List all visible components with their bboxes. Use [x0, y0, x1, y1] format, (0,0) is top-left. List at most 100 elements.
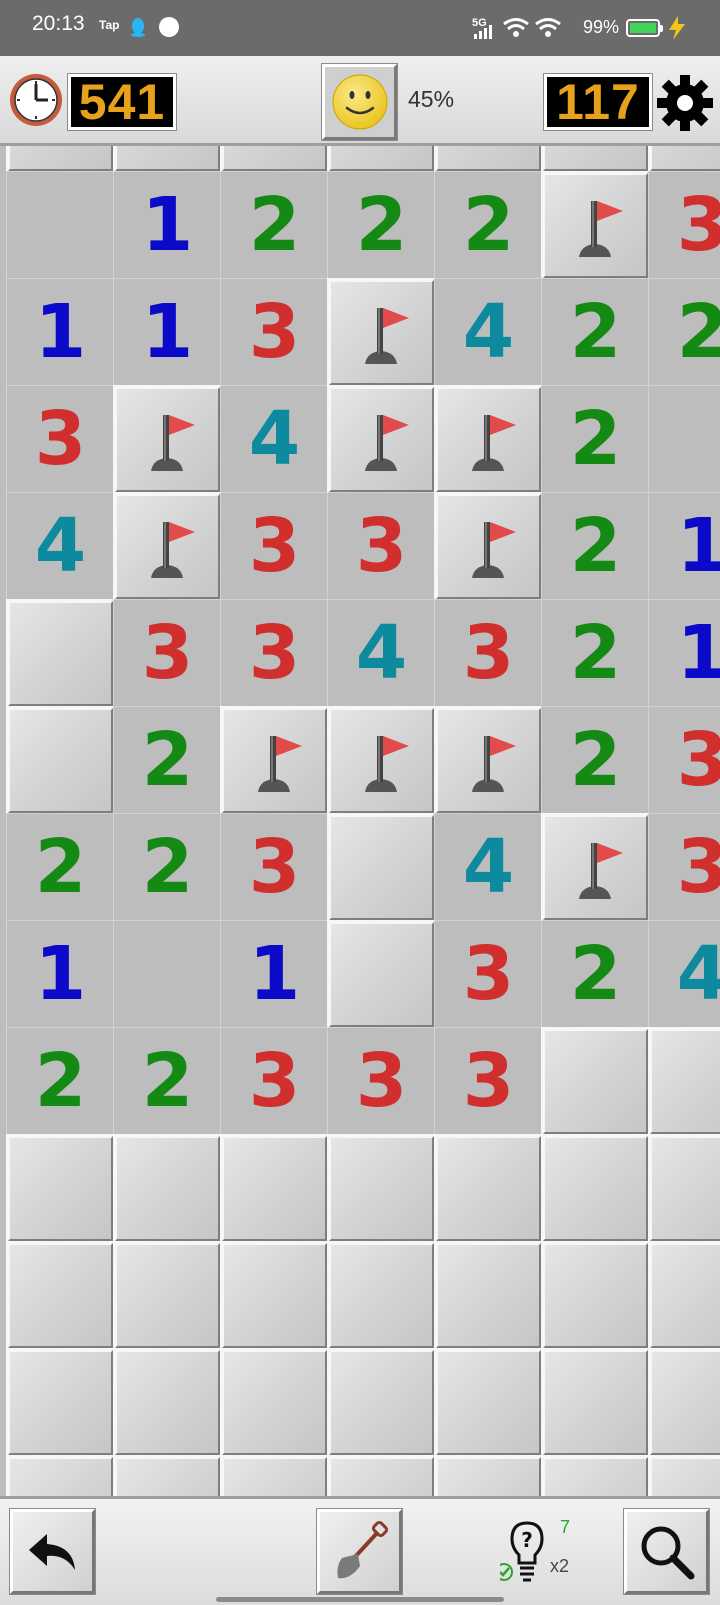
- undo-button[interactable]: [9, 1508, 96, 1595]
- flagged-cell[interactable]: [220, 706, 329, 815]
- covered-cell[interactable]: [434, 1455, 543, 1496]
- covered-cell[interactable]: [327, 920, 436, 1029]
- flagged-cell[interactable]: [327, 278, 436, 387]
- number-cell[interactable]: 3: [113, 599, 222, 708]
- gear-icon[interactable]: [656, 74, 714, 132]
- number-cell[interactable]: 3: [220, 1027, 329, 1136]
- covered-cell[interactable]: [6, 146, 115, 173]
- number-cell[interactable]: 2: [541, 599, 650, 708]
- covered-cell[interactable]: [434, 1134, 543, 1243]
- covered-cell[interactable]: [327, 1241, 436, 1350]
- covered-cell[interactable]: [648, 1134, 720, 1243]
- number-cell[interactable]: 4: [434, 813, 543, 922]
- number-cell[interactable]: 4: [327, 599, 436, 708]
- covered-cell[interactable]: [648, 1348, 720, 1457]
- number-cell[interactable]: 1: [220, 920, 329, 1029]
- number-cell[interactable]: 1: [113, 278, 222, 387]
- covered-cell[interactable]: [541, 1241, 650, 1350]
- number-cell[interactable]: 2: [541, 492, 650, 601]
- covered-cell[interactable]: [434, 146, 543, 173]
- covered-cell[interactable]: [327, 146, 436, 173]
- number-cell[interactable]: 1: [113, 171, 222, 280]
- covered-cell[interactable]: [6, 1455, 115, 1496]
- number-cell[interactable]: 1: [648, 492, 720, 601]
- number-cell[interactable]: 3: [648, 706, 720, 815]
- covered-cell[interactable]: [327, 813, 436, 922]
- number-cell[interactable]: 3: [220, 492, 329, 601]
- dig-mode-button[interactable]: [316, 1508, 403, 1595]
- new-game-face-button[interactable]: [321, 63, 398, 141]
- flagged-cell[interactable]: [113, 385, 222, 494]
- covered-cell[interactable]: [220, 1241, 329, 1350]
- covered-cell[interactable]: [541, 1455, 650, 1496]
- number-cell[interactable]: 1: [6, 920, 115, 1029]
- flagged-cell[interactable]: [327, 385, 436, 494]
- number-cell[interactable]: 2: [113, 813, 222, 922]
- number-cell[interactable]: 2: [541, 278, 650, 387]
- covered-cell[interactable]: [541, 1027, 650, 1136]
- number-cell[interactable]: 4: [648, 920, 720, 1029]
- flagged-cell[interactable]: [113, 492, 222, 601]
- number-cell[interactable]: 2: [113, 1027, 222, 1136]
- covered-cell[interactable]: [648, 1455, 720, 1496]
- number-cell[interactable]: 4: [434, 278, 543, 387]
- covered-cell[interactable]: [434, 1348, 543, 1457]
- covered-cell[interactable]: [220, 1348, 329, 1457]
- number-cell[interactable]: 4: [6, 492, 115, 601]
- number-cell[interactable]: 2: [541, 920, 650, 1029]
- covered-cell[interactable]: [6, 1134, 115, 1243]
- zoom-button[interactable]: [623, 1508, 710, 1595]
- number-cell[interactable]: 3: [648, 171, 720, 280]
- covered-cell[interactable]: [113, 1455, 222, 1496]
- covered-cell[interactable]: [220, 1455, 329, 1496]
- number-cell[interactable]: 2: [327, 171, 436, 280]
- covered-cell[interactable]: [113, 1241, 222, 1350]
- covered-cell[interactable]: [6, 1348, 115, 1457]
- covered-cell[interactable]: [327, 1134, 436, 1243]
- number-cell[interactable]: 3: [6, 385, 115, 494]
- number-cell[interactable]: 3: [434, 920, 543, 1029]
- covered-cell[interactable]: [541, 1134, 650, 1243]
- number-cell[interactable]: 1: [648, 599, 720, 708]
- covered-cell[interactable]: [6, 1241, 115, 1350]
- number-cell[interactable]: 1: [6, 278, 115, 387]
- empty-cell[interactable]: [6, 171, 115, 280]
- empty-cell[interactable]: [113, 920, 222, 1029]
- minefield-board[interactable]: 1222311342234243321334321223223431132422…: [0, 146, 720, 1496]
- home-indicator[interactable]: [216, 1597, 504, 1602]
- number-cell[interactable]: 3: [220, 813, 329, 922]
- covered-cell[interactable]: [220, 146, 329, 173]
- number-cell[interactable]: 3: [434, 1027, 543, 1136]
- number-cell[interactable]: 2: [220, 171, 329, 280]
- number-cell[interactable]: 3: [220, 599, 329, 708]
- flagged-cell[interactable]: [434, 706, 543, 815]
- covered-cell[interactable]: [113, 146, 222, 173]
- number-cell[interactable]: 4: [220, 385, 329, 494]
- covered-cell[interactable]: [327, 1455, 436, 1496]
- covered-cell[interactable]: [6, 599, 115, 708]
- covered-cell[interactable]: [434, 1241, 543, 1350]
- number-cell[interactable]: 2: [541, 385, 650, 494]
- number-cell[interactable]: 2: [648, 278, 720, 387]
- number-cell[interactable]: 2: [541, 706, 650, 815]
- number-cell[interactable]: 2: [434, 171, 543, 280]
- flagged-cell[interactable]: [327, 706, 436, 815]
- flagged-cell[interactable]: [541, 813, 650, 922]
- covered-cell[interactable]: [113, 1134, 222, 1243]
- covered-cell[interactable]: [327, 1348, 436, 1457]
- number-cell[interactable]: 2: [6, 813, 115, 922]
- number-cell[interactable]: 3: [434, 599, 543, 708]
- number-cell[interactable]: 2: [6, 1027, 115, 1136]
- flagged-cell[interactable]: [434, 492, 543, 601]
- empty-cell[interactable]: [648, 385, 720, 494]
- covered-cell[interactable]: [6, 706, 115, 815]
- covered-cell[interactable]: [113, 1348, 222, 1457]
- flagged-cell[interactable]: [434, 385, 543, 494]
- number-cell[interactable]: 3: [648, 813, 720, 922]
- number-cell[interactable]: 3: [327, 1027, 436, 1136]
- covered-cell[interactable]: [541, 146, 650, 173]
- number-cell[interactable]: 3: [220, 278, 329, 387]
- flagged-cell[interactable]: [541, 171, 650, 280]
- covered-cell[interactable]: [648, 1241, 720, 1350]
- covered-cell[interactable]: [220, 1134, 329, 1243]
